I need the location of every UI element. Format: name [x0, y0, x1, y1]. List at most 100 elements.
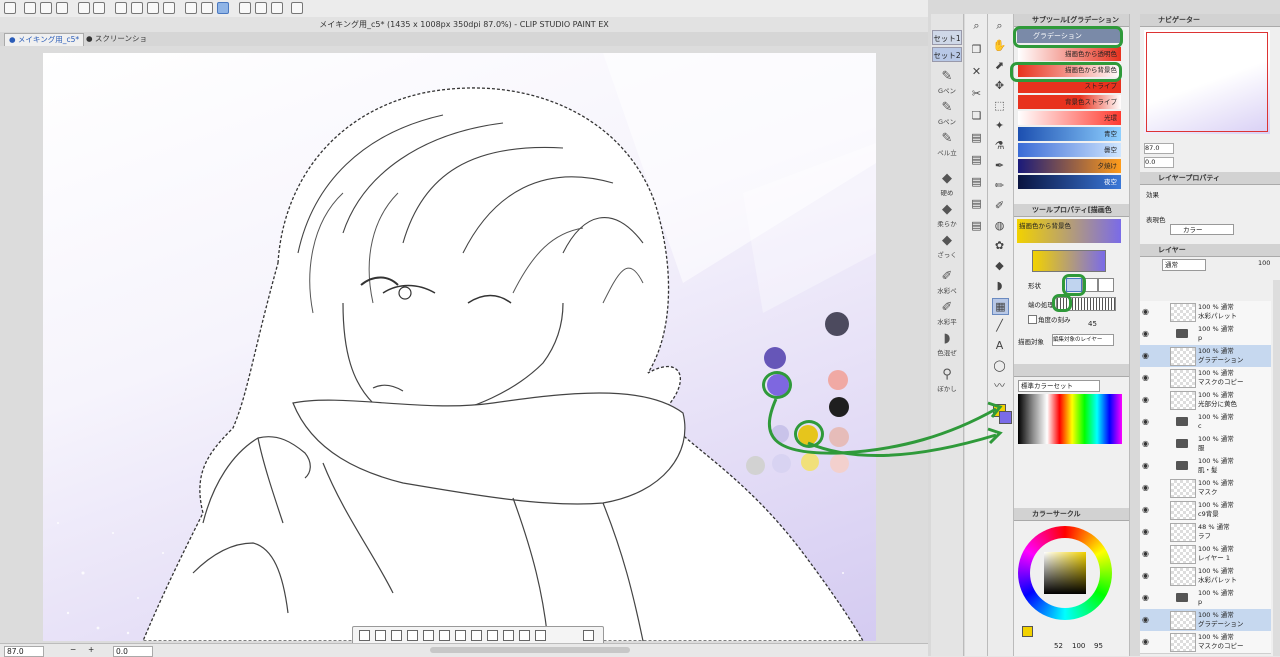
gradient-tool-icon[interactable]: ▦ [992, 298, 1009, 315]
crop-icon[interactable] [375, 630, 386, 641]
eye-icon[interactable]: ◉ [1142, 395, 1149, 404]
expression-select[interactable]: カラー [1170, 224, 1234, 235]
copy-paste-icon[interactable] [471, 630, 482, 641]
blend-tool-icon[interactable]: ◗ [992, 278, 1007, 293]
redo-icon[interactable] [93, 2, 105, 14]
zoom-out-icon[interactable]: − [70, 645, 76, 654]
airbrush-tool-icon[interactable]: ◍ [992, 218, 1007, 233]
shrink-icon[interactable] [423, 630, 434, 641]
selection-tool-icon[interactable]: ⬚ [992, 98, 1007, 113]
gradient-preset-9[interactable]: 夜空 [1018, 175, 1121, 189]
layer-row[interactable]: ◉ 100 % 通常 c [1140, 411, 1271, 434]
auto-select-icon[interactable]: ✦ [992, 118, 1007, 133]
tab-screenshot[interactable]: ● スクリーンショ [82, 33, 151, 45]
gradient-preset-7[interactable]: 曇空 [1018, 143, 1121, 157]
launcher-settings-icon[interactable] [583, 630, 594, 641]
clear-icon[interactable] [131, 2, 143, 14]
search-icon[interactable]: ⌕ [969, 18, 984, 33]
erase-icon[interactable] [439, 630, 450, 641]
color-set-select[interactable]: 標準カラーセット [1018, 380, 1100, 392]
document-icon[interactable]: ▤ [969, 152, 984, 167]
shape-ellipse-button[interactable] [1098, 278, 1114, 292]
eye-icon[interactable]: ◉ [1142, 483, 1149, 492]
fill-icon[interactable] [503, 630, 514, 641]
set-tab-2[interactable]: セット2 [932, 47, 962, 62]
tool-color-mix[interactable]: ◗ 色混ぜ [933, 331, 961, 361]
loading-icon[interactable] [115, 2, 127, 14]
screentone-icon[interactable] [535, 630, 546, 641]
opacity-value[interactable]: 100 [1258, 259, 1270, 267]
layer-row[interactable]: ◉ 100 % 通常 水彩パレット [1140, 565, 1271, 588]
tool-watercolor-pen[interactable]: ✐ 水彩ペ [933, 269, 961, 299]
tool-eraser-soft[interactable]: ◆ 柔らか [933, 202, 961, 232]
layer-row[interactable]: ◉ 100 % 通常 マスクのコピー [1140, 367, 1271, 390]
snap-ruler-icon[interactable] [239, 2, 251, 14]
target-select[interactable]: 編集対象のレイヤー [1052, 334, 1114, 346]
undo-icon[interactable] [78, 2, 90, 14]
document-icon[interactable]: ▤ [969, 130, 984, 145]
zoom-in-icon[interactable]: + [88, 645, 94, 654]
horizontal-scrollbar[interactable] [430, 647, 630, 653]
gradient-preset-1[interactable]: 描画色から透明色 [1018, 47, 1121, 61]
transform-icon[interactable] [163, 2, 175, 14]
layer-row[interactable]: ◉ 100 % 通常 p [1140, 323, 1271, 346]
pen-tool-icon[interactable]: ✒ [992, 158, 1007, 173]
delete-icon[interactable]: ✕ [969, 64, 984, 79]
eye-icon[interactable]: ◉ [1142, 417, 1149, 426]
document-icon[interactable]: ▤ [969, 196, 984, 211]
text-tool-icon[interactable]: A [992, 338, 1007, 353]
layer-scrollbar[interactable] [1273, 280, 1280, 656]
open-file-icon[interactable] [40, 2, 52, 14]
tool-gpen-2[interactable]: ✎ Gペン [933, 100, 961, 130]
circle-main-color[interactable] [1022, 626, 1033, 637]
settings-icon[interactable] [4, 2, 16, 14]
document-icon[interactable]: ▤ [969, 218, 984, 233]
operation-tool-icon[interactable]: ⬈ [992, 58, 1007, 73]
deselect-icon[interactable] [359, 630, 370, 641]
gradient-preset-8[interactable]: 夕焼け [1018, 159, 1121, 173]
scale-icon[interactable] [487, 630, 498, 641]
eye-icon[interactable]: ◉ [1142, 549, 1149, 558]
navigator-preview[interactable] [1144, 30, 1270, 134]
tool-watercolor-flat[interactable]: ✐ 水彩平 [933, 300, 961, 330]
eye-icon[interactable]: ◉ [1142, 329, 1149, 338]
gradient-preset-5[interactable]: 光環 [1018, 111, 1121, 125]
layer-row[interactable]: ◉ 100 % 通常 c9背景 [1140, 499, 1271, 522]
gradient-preset-6[interactable]: 青空 [1018, 127, 1121, 141]
cut-icon[interactable] [455, 630, 466, 641]
tool-eraser-hard[interactable]: ◆ 硬め [933, 171, 961, 201]
eye-icon[interactable]: ◉ [1142, 637, 1149, 646]
balloon-tool-icon[interactable]: ◯ [992, 358, 1007, 373]
navigator-view-frame[interactable] [1146, 32, 1268, 132]
document-icon[interactable]: ▤ [969, 174, 984, 189]
tool-blur[interactable]: ⚲ ぼかし [933, 367, 961, 397]
zoom-field[interactable]: 87.0 [4, 646, 44, 657]
layer-row[interactable]: ◉ 100 % 通常 グラデーション [1140, 345, 1271, 368]
invert-selection-icon[interactable] [201, 2, 213, 14]
zoom-tool-icon[interactable]: ⌕ [992, 18, 1007, 33]
brush-tool-icon[interactable]: ✐ [992, 198, 1007, 213]
eye-icon[interactable]: ◉ [1142, 615, 1149, 624]
tab-making[interactable]: ● メイキング用_c5* [4, 33, 85, 46]
eraser-tool-icon[interactable]: ◆ [992, 258, 1007, 273]
eyedropper-icon[interactable]: ⚗ [992, 138, 1007, 153]
layer-row[interactable]: ◉ 48 % 通常 ラフ [1140, 521, 1271, 544]
paste-icon[interactable]: ❏ [969, 108, 984, 123]
snap-special-ruler-icon[interactable] [255, 2, 267, 14]
eye-icon[interactable]: ◉ [1142, 505, 1149, 514]
move-tool-icon[interactable]: ✥ [992, 78, 1007, 93]
color-swatch-grid[interactable] [1018, 394, 1122, 444]
help-icon[interactable] [291, 2, 303, 14]
eye-icon[interactable]: ◉ [1142, 351, 1149, 360]
new-layer-icon[interactable] [519, 630, 530, 641]
layer-row[interactable]: ◉ 100 % 通常 マスクのコピー [1140, 631, 1271, 654]
eye-icon[interactable]: ◉ [1142, 593, 1149, 602]
snap-grid-icon[interactable] [271, 2, 283, 14]
tool-gpen-1[interactable]: ✎ Gペン [933, 69, 961, 99]
navigator-angle[interactable]: 0.0 [1144, 157, 1174, 168]
layer-row[interactable]: ◉ 100 % 通常 水彩パレット [1140, 301, 1271, 324]
expand-icon[interactable] [407, 630, 418, 641]
eye-icon[interactable]: ◉ [1142, 571, 1149, 580]
layer-row[interactable]: ◉ 100 % 通常 肌・髪 [1140, 455, 1271, 478]
gradient-preset-4[interactable]: 背景色ストライプ [1018, 95, 1121, 109]
